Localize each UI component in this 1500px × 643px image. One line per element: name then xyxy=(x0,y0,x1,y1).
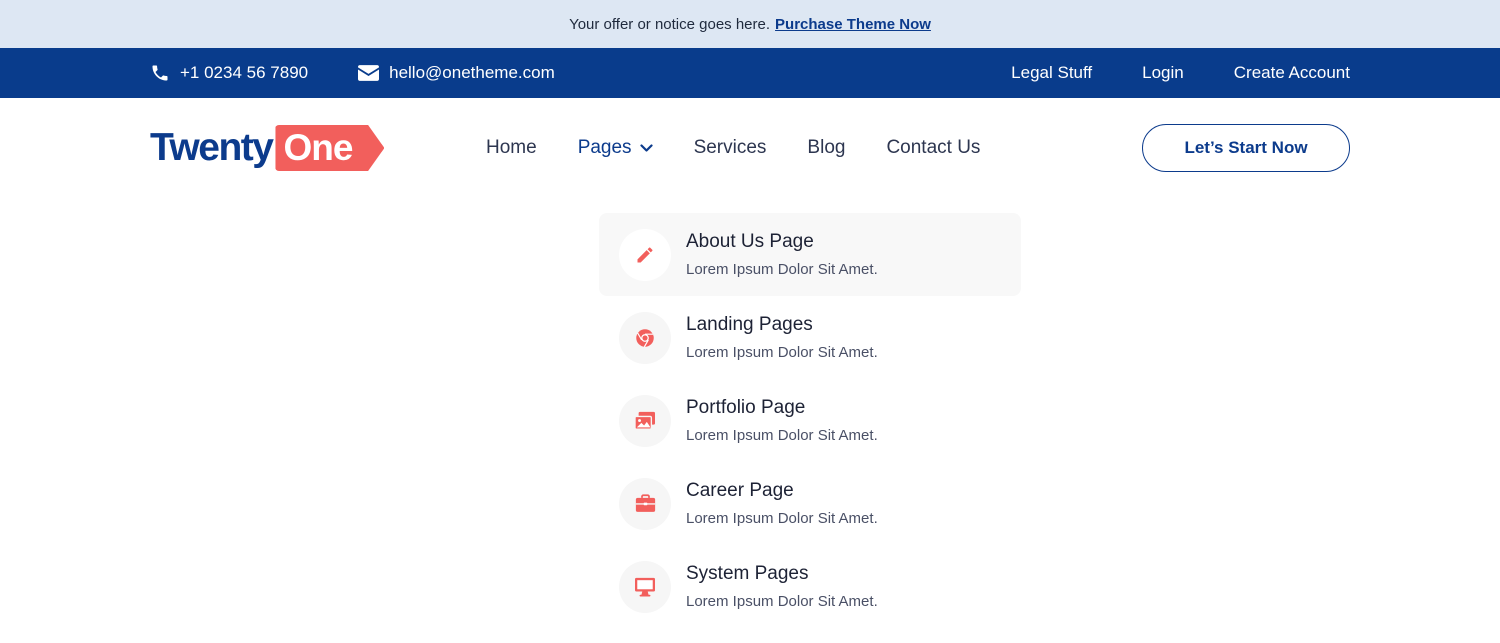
phone-icon xyxy=(152,65,168,81)
logo-text-one: One xyxy=(275,125,385,171)
pages-dropdown-menu: About Us Page Lorem Ipsum Dolor Sit Amet… xyxy=(599,213,1021,628)
nav-services[interactable]: Services xyxy=(694,137,767,159)
notice-bar: Your offer or notice goes here. Purchase… xyxy=(0,0,1500,48)
dropdown-item-text: Portfolio Page Lorem Ipsum Dolor Sit Ame… xyxy=(686,397,878,444)
dropdown-item-portfolio[interactable]: Portfolio Page Lorem Ipsum Dolor Sit Ame… xyxy=(599,379,1021,462)
dropdown-item-title: Portfolio Page xyxy=(686,397,806,418)
dropdown-item-landing-pages[interactable]: Landing Pages Lorem Ipsum Dolor Sit Amet… xyxy=(599,296,1021,379)
purchase-theme-link[interactable]: Purchase Theme Now xyxy=(775,16,931,33)
main-header: Twenty One Home Pages Services Blog Cont… xyxy=(0,98,1500,198)
phone-contact[interactable]: +1 0234 56 7890 xyxy=(150,63,308,83)
nav-pages[interactable]: Pages xyxy=(578,137,653,159)
lets-start-now-button[interactable]: Let’s Start Now xyxy=(1142,124,1350,172)
logo[interactable]: Twenty One xyxy=(150,125,486,171)
nav-blog[interactable]: Blog xyxy=(807,137,845,159)
pencil-icon xyxy=(637,247,653,262)
contact-info: +1 0234 56 7890 hello@onetheme.com xyxy=(150,63,605,83)
main-nav: Home Pages Services Blog Contact Us xyxy=(486,137,1021,159)
chrome-icon xyxy=(636,328,654,347)
desktop-icon xyxy=(635,577,655,597)
nav-contact-us-label: Contact Us xyxy=(886,137,981,158)
dropdown-item-desc: Lorem Ipsum Dolor Sit Amet. xyxy=(686,427,878,444)
login-link[interactable]: Login xyxy=(1142,63,1184,83)
nav-pages-label: Pages xyxy=(577,137,632,158)
envelope-icon xyxy=(358,65,380,81)
dropdown-icon-wrapper xyxy=(619,477,671,530)
contact-bar: +1 0234 56 7890 hello@onetheme.com Legal… xyxy=(0,48,1500,98)
create-account-link[interactable]: Create Account xyxy=(1234,63,1350,83)
dropdown-icon-wrapper xyxy=(619,311,671,364)
dropdown-item-text: About Us Page Lorem Ipsum Dolor Sit Amet… xyxy=(686,231,878,278)
dropdown-item-desc: Lorem Ipsum Dolor Sit Amet. xyxy=(686,344,878,361)
dropdown-item-title: Career Page xyxy=(686,480,794,501)
dropdown-item-about-us[interactable]: About Us Page Lorem Ipsum Dolor Sit Amet… xyxy=(599,213,1021,296)
dropdown-icon-wrapper xyxy=(619,560,671,613)
dropdown-item-title: System Pages xyxy=(686,563,809,584)
dropdown-item-title: Landing Pages xyxy=(686,314,813,335)
nav-blog-label: Blog xyxy=(807,137,846,158)
nav-services-label: Services xyxy=(693,137,767,158)
dropdown-item-desc: Lorem Ipsum Dolor Sit Amet. xyxy=(686,510,878,527)
email-address: hello@onetheme.com xyxy=(389,63,555,82)
dropdown-icon-wrapper xyxy=(619,394,671,447)
dropdown-item-title: About Us Page xyxy=(686,231,814,252)
dropdown-item-desc: Lorem Ipsum Dolor Sit Amet. xyxy=(686,593,878,610)
dropdown-item-career[interactable]: Career Page Lorem Ipsum Dolor Sit Amet. xyxy=(599,462,1021,545)
account-links: Legal Stuff Login Create Account xyxy=(961,63,1350,83)
dropdown-item-desc: Lorem Ipsum Dolor Sit Amet. xyxy=(686,261,878,278)
email-contact[interactable]: hello@onetheme.com xyxy=(358,63,555,83)
dropdown-item-text: Career Page Lorem Ipsum Dolor Sit Amet. xyxy=(686,480,878,527)
phone-number: +1 0234 56 7890 xyxy=(180,63,309,82)
nav-home-label: Home xyxy=(486,137,537,158)
logo-text-twenty: Twenty xyxy=(150,126,274,169)
dropdown-item-text: System Pages Lorem Ipsum Dolor Sit Amet. xyxy=(686,563,878,610)
dropdown-item-text: Landing Pages Lorem Ipsum Dolor Sit Amet… xyxy=(686,314,878,361)
dropdown-icon-wrapper xyxy=(619,228,671,281)
chevron-down-icon xyxy=(639,143,653,152)
notice-text: Your offer or notice goes here. xyxy=(569,15,771,33)
nav-contact-us[interactable]: Contact Us xyxy=(886,137,980,159)
legal-stuff-link[interactable]: Legal Stuff xyxy=(1011,63,1092,83)
briefcase-icon xyxy=(635,494,655,512)
dropdown-item-system-pages[interactable]: System Pages Lorem Ipsum Dolor Sit Amet. xyxy=(599,545,1021,628)
nav-home[interactable]: Home xyxy=(486,137,537,159)
images-icon xyxy=(634,411,655,430)
